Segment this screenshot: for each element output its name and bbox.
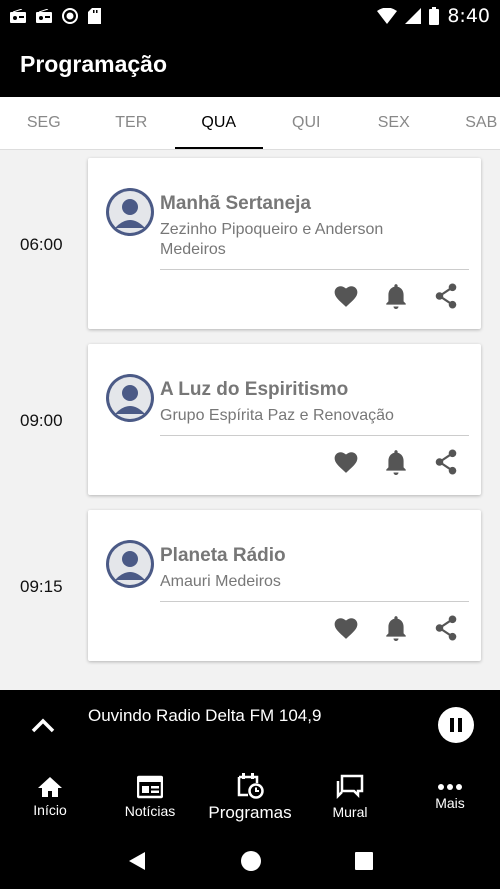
notification-icons xyxy=(10,8,101,24)
nav-label: Notícias xyxy=(124,803,176,819)
heart-icon[interactable] xyxy=(331,447,361,477)
bell-icon[interactable] xyxy=(381,613,411,643)
program-host: Amauri Medeiros xyxy=(160,573,281,590)
share-icon[interactable] xyxy=(431,447,461,477)
radio-icon xyxy=(36,9,52,23)
nav-label: Mais xyxy=(435,795,465,811)
recents-icon[interactable] xyxy=(355,851,374,870)
program-title: Manhã Sertaneja xyxy=(160,193,311,214)
page-title: Programação xyxy=(20,51,168,77)
battery-icon xyxy=(429,7,440,25)
mini-player: Ouvindo Radio Delta FM 104,9 xyxy=(0,690,500,762)
schedule-list: 06:00 Manhã Sertaneja Zezinho Pipoqueiro… xyxy=(0,150,500,690)
tab-ter[interactable]: TER xyxy=(88,97,176,149)
bottom-nav: Início Notícias Programas Mural Mais xyxy=(0,762,500,832)
nav-mural[interactable]: Mural xyxy=(300,762,400,832)
sd-card-icon xyxy=(88,8,101,24)
nav-inicio[interactable]: Início xyxy=(0,762,100,832)
program-time: 06:00 xyxy=(20,235,63,254)
nav-mais[interactable]: Mais xyxy=(400,762,500,832)
program-time: 09:00 xyxy=(20,411,63,430)
nav-label: Início xyxy=(33,802,67,818)
more-icon xyxy=(438,784,462,790)
pause-icon xyxy=(450,718,454,732)
nav-label: Mural xyxy=(332,804,368,820)
radio-icon xyxy=(10,9,26,23)
program-time: 09:15 xyxy=(20,577,63,596)
system-nav-bar xyxy=(0,832,500,889)
wifi-icon xyxy=(377,8,398,24)
program-title: Planeta Rádio xyxy=(160,545,286,566)
program-card[interactable]: Planeta Rádio Amauri Medeiros xyxy=(88,510,481,661)
tab-sab[interactable]: SAB xyxy=(438,97,500,149)
person-icon xyxy=(109,543,151,585)
program-card[interactable]: A Luz do Espiritismo Grupo Espírita Paz … xyxy=(88,344,481,495)
divider xyxy=(160,269,469,270)
person-icon xyxy=(109,191,151,233)
share-icon[interactable] xyxy=(431,281,461,311)
tab-qua[interactable]: QUA xyxy=(175,97,263,149)
program-actions xyxy=(331,447,461,477)
bell-icon[interactable] xyxy=(381,447,411,477)
status-time: 8:40 xyxy=(447,5,490,27)
share-icon[interactable] xyxy=(431,613,461,643)
avatar xyxy=(106,188,154,236)
nav-noticias[interactable]: Notícias xyxy=(100,762,200,832)
program-actions xyxy=(331,613,461,643)
heart-icon[interactable] xyxy=(331,281,361,311)
heart-icon[interactable] xyxy=(331,613,361,643)
avatar xyxy=(106,374,154,422)
now-playing-text: Ouvindo Radio Delta FM 104,9 xyxy=(88,706,322,725)
avatar xyxy=(106,540,154,588)
pause-button[interactable] xyxy=(438,707,474,743)
news-icon xyxy=(137,775,163,799)
program-actions xyxy=(331,281,461,311)
back-icon[interactable] xyxy=(127,851,147,871)
tab-sex[interactable]: SEX xyxy=(350,97,438,149)
chat-icon xyxy=(336,774,364,800)
schedule-icon xyxy=(237,773,264,799)
divider xyxy=(160,601,469,602)
program-card[interactable]: Manhã Sertaneja Zezinho Pipoqueiro e And… xyxy=(88,158,481,329)
chevron-up-icon[interactable] xyxy=(28,710,58,740)
tab-qui[interactable]: QUI xyxy=(263,97,351,149)
signal-icon xyxy=(405,8,422,24)
system-status: 8:40 xyxy=(377,5,490,27)
bell-icon[interactable] xyxy=(381,281,411,311)
person-icon xyxy=(109,377,151,419)
tab-seg[interactable]: SEG xyxy=(0,97,88,149)
day-tabs: SEG TER QUA QUI SEX SAB xyxy=(0,97,500,150)
circle-icon xyxy=(62,8,78,24)
status-bar: 8:40 xyxy=(0,0,500,32)
home-circle-icon[interactable] xyxy=(240,850,262,872)
home-icon xyxy=(38,777,62,797)
divider xyxy=(160,435,469,436)
nav-programas[interactable]: Programas xyxy=(200,762,300,832)
program-title: A Luz do Espiritismo xyxy=(160,379,349,400)
nav-label: Programas xyxy=(208,803,292,822)
app-bar: Programação xyxy=(0,32,500,97)
program-host: Grupo Espírita Paz e Renovação xyxy=(160,407,394,424)
program-host: Zezinho Pipoqueiro e Anderson Medeiros xyxy=(160,221,384,258)
